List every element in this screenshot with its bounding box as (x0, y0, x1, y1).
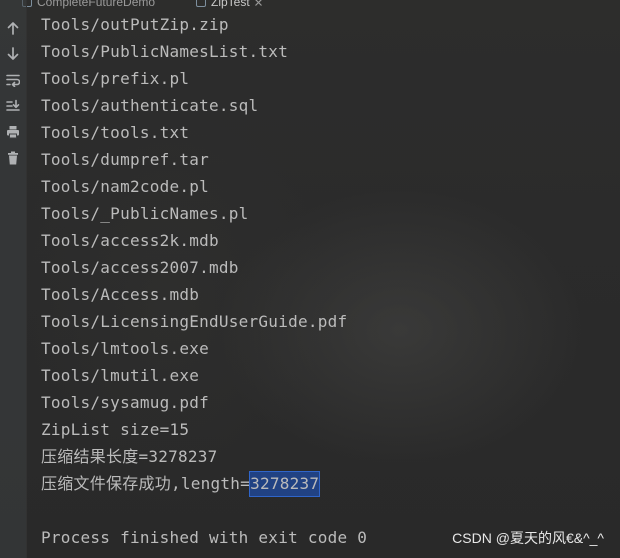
console-line: Tools/_PublicNames.pl (41, 204, 249, 223)
class-file-icon (196, 0, 206, 7)
console-line: Tools/tools.txt (41, 123, 190, 142)
console-line: ZipList size=15 (41, 420, 190, 439)
console-line: Tools/prefix.pl (41, 69, 190, 88)
tab-completefuturedemo[interactable]: CompleteFutureDemo (22, 0, 155, 11)
console-line: Tools/nam2code.pl (41, 177, 210, 196)
run-console-window: CompleteFutureDemo ZipTest Tools/outPutZ… (0, 0, 620, 558)
editor-tab-strip: CompleteFutureDemo ZipTest (0, 0, 620, 11)
up-stack-trace-icon[interactable] (4, 19, 22, 37)
close-icon[interactable] (254, 0, 262, 6)
console-line: Tools/access2k.mdb (41, 231, 219, 250)
console-line: Tools/lmutil.exe (41, 366, 200, 385)
tab-label: ZipTest (211, 0, 250, 9)
console-line: Tools/sysamug.pdf (41, 393, 210, 412)
csdn-watermark: CSDN @夏天的风€&^_^ (452, 530, 604, 546)
down-stack-trace-icon[interactable] (4, 45, 22, 63)
print-icon[interactable] (4, 123, 22, 141)
soft-wrap-icon[interactable] (4, 71, 22, 89)
console-line-length: 压缩文件保存成功,length=3278237 (41, 470, 620, 497)
console-line: Tools/authenticate.sql (41, 96, 259, 115)
scroll-to-end-icon[interactable] (4, 97, 22, 115)
console-line: Tools/outPutZip.zip (41, 15, 229, 34)
console-line: Tools/lmtools.exe (41, 339, 210, 358)
tab-ziptest[interactable]: ZipTest (190, 0, 272, 11)
length-label: 压缩文件保存成功,length= (41, 474, 251, 493)
console-line: Tools/PublicNamesList.txt (41, 42, 289, 61)
console-toolbar (0, 0, 27, 558)
console-output[interactable]: Tools/outPutZip.zip Tools/PublicNamesLis… (41, 11, 620, 551)
console-line: Tools/Access.mdb (41, 285, 200, 304)
console-line: Tools/access2007.mdb (41, 258, 239, 277)
console-line: Tools/LicensingEndUserGuide.pdf (41, 312, 348, 331)
clear-all-icon[interactable] (4, 149, 22, 167)
console-line: Tools/dumpref.tar (41, 150, 210, 169)
selected-length-value[interactable]: 3278237 (249, 471, 321, 497)
tab-label: CompleteFutureDemo (37, 0, 156, 9)
console-line: 压缩结果长度=3278237 (41, 447, 218, 466)
